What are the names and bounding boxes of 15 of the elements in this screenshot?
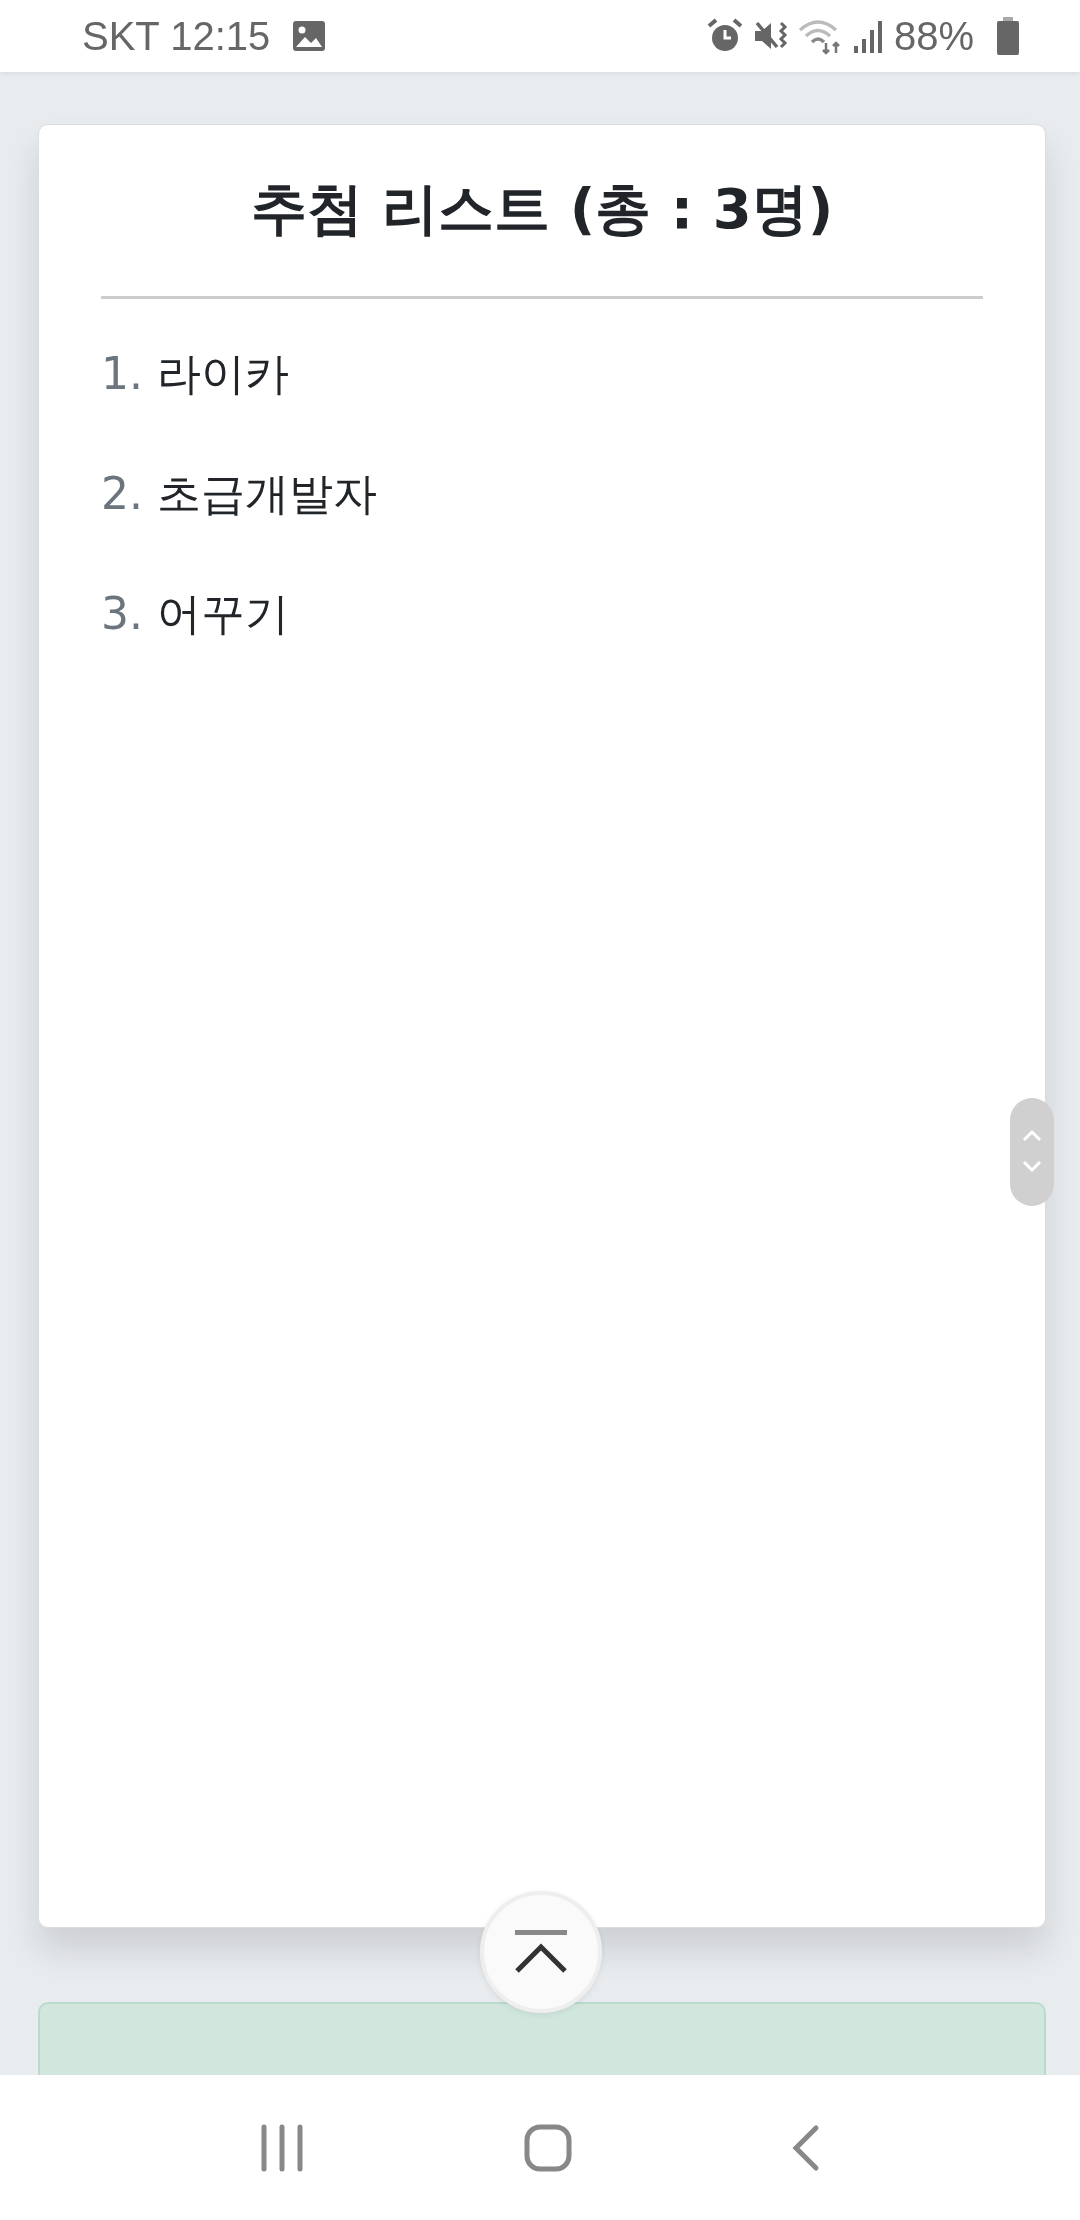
list-number: 2.	[101, 466, 143, 521]
back-icon[interactable]	[791, 2123, 821, 2172]
list-number: 1.	[101, 346, 143, 401]
battery-icon	[996, 16, 1020, 56]
image-icon	[292, 20, 327, 52]
list-title: 추첨 리스트 (총 : 3명)	[249, 175, 835, 243]
scroll-handle[interactable]	[1010, 1098, 1054, 1206]
carrier-time: SKT 12:15	[82, 13, 271, 59]
recent-apps-icon[interactable]	[259, 2123, 305, 2172]
battery-percent: 88%	[893, 13, 974, 59]
home-icon[interactable]	[523, 2122, 573, 2173]
list-number: 3.	[101, 586, 143, 641]
winner-name: 라이카	[157, 346, 289, 401]
winner-name: 초급개발자	[157, 466, 377, 521]
winner-name: 어꾸기	[157, 586, 289, 641]
